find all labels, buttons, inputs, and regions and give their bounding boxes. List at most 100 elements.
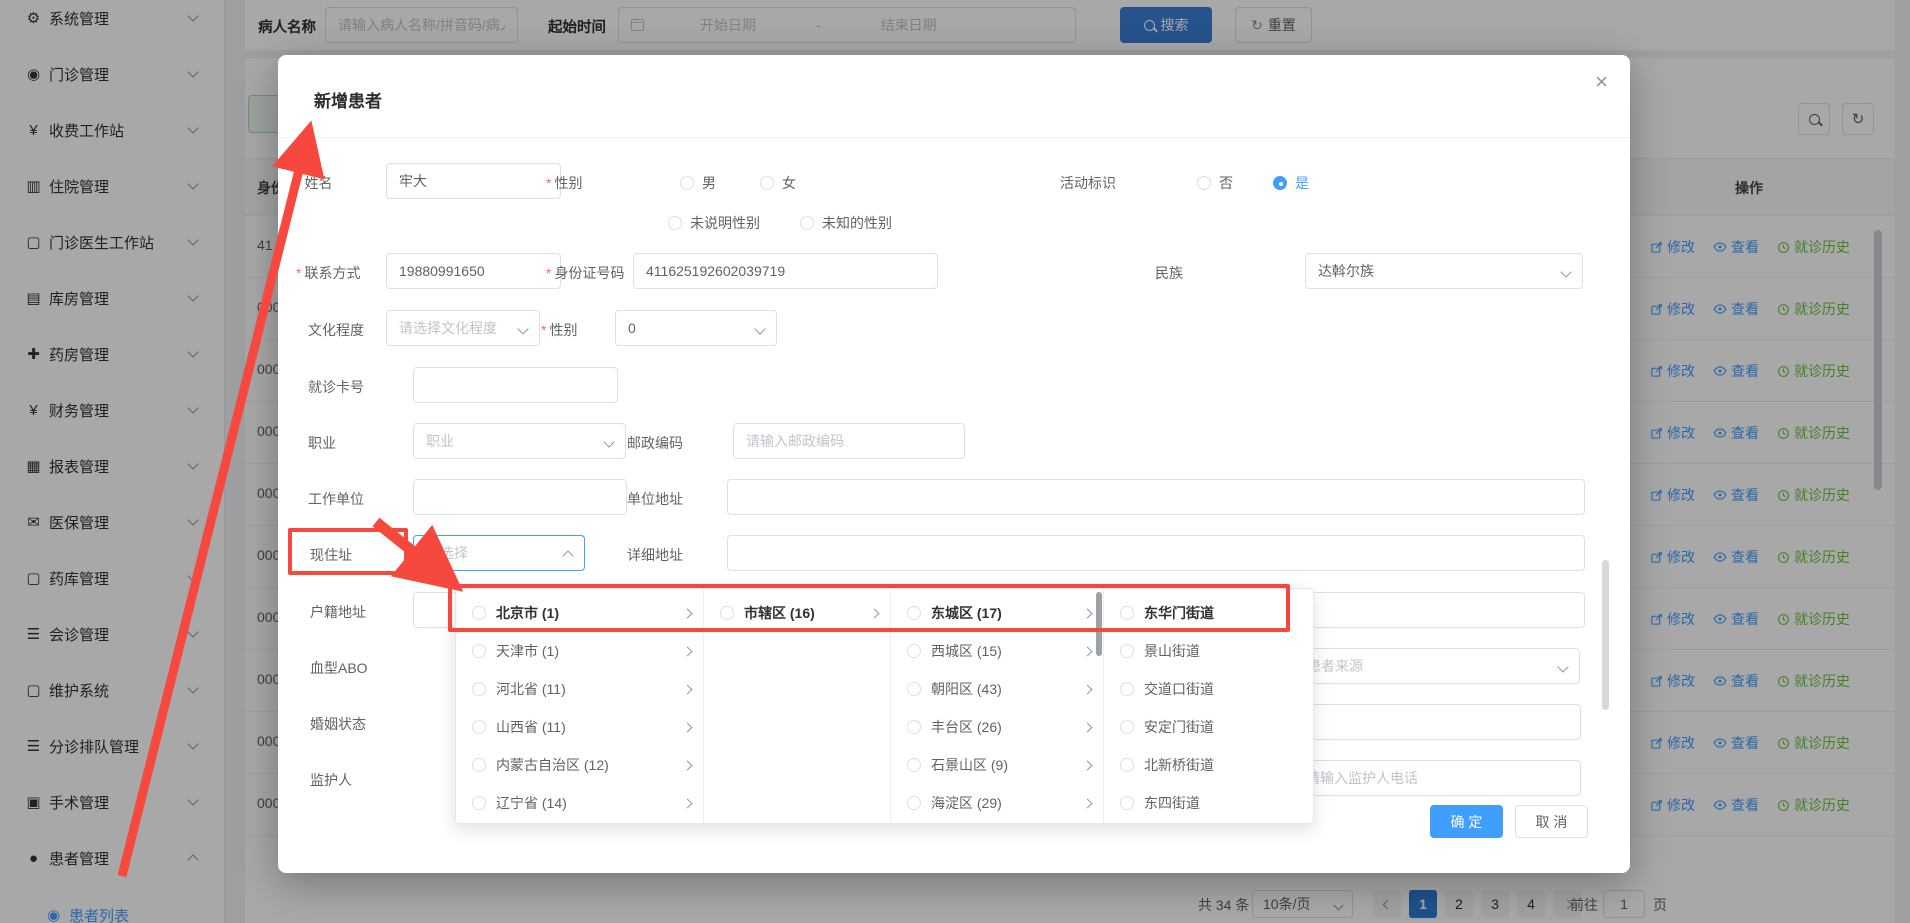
cascader-option-景山街道[interactable]: 景山街道 — [1104, 632, 1314, 670]
address-cascader-panel: 北京市 (1) 天津市 (1) 河北省 (11)山西省 (11) 内蒙古自治区 (12… — [455, 588, 1314, 824]
gender-code-select[interactable]: 0 — [615, 310, 777, 346]
id-number-label: *身份证号码 — [546, 263, 624, 283]
chevron-down-icon — [754, 323, 765, 334]
radio-icon — [1120, 796, 1134, 810]
cascader-option-辽宁省 (14)[interactable]: 辽宁省 (14) — [456, 784, 703, 822]
cascader-option-label: 天津市 (1) — [496, 641, 684, 661]
cascader-option-石景山区 (9)[interactable]: 石景山区 (9) — [891, 746, 1103, 784]
radio-icon — [907, 682, 921, 696]
cascader-option-东华门街道[interactable]: 东华门街道 — [1104, 594, 1314, 632]
chevron-right-icon — [683, 684, 693, 694]
chevron-right-icon — [1083, 684, 1093, 694]
cascader-option-天津市 (1)[interactable]: 天津市 (1) — [456, 632, 703, 670]
radio-icon — [680, 176, 694, 190]
cascader-option-label: 朝阳区 (43) — [931, 679, 1084, 699]
detail-address-input[interactable] — [727, 535, 1585, 571]
blood-type-label: 血型ABO — [310, 658, 368, 678]
active-flag-radio-yes[interactable]: 是 — [1273, 173, 1309, 193]
radio-icon — [472, 720, 486, 734]
radio-icon — [1120, 606, 1134, 620]
radio-icon — [907, 796, 921, 810]
marital-status-label: 婚姻状态 — [310, 714, 366, 734]
cascader-option-西城区 (15)[interactable]: 西城区 (15) — [891, 632, 1103, 670]
close-icon[interactable]: × — [1595, 71, 1608, 93]
active-flag-radio-no[interactable]: 否 — [1197, 173, 1233, 193]
work-unit-input[interactable] — [413, 479, 627, 515]
chevron-down-icon — [603, 436, 614, 447]
app-screen: ⚙系统管理◉门诊管理¥收费工作站▥住院管理▢门诊医生工作站▤库房管理✚药房管理¥… — [0, 0, 1910, 923]
education-select[interactable]: 请选择文化程度 — [386, 310, 540, 346]
gender-radio-male[interactable]: 男 — [680, 173, 716, 193]
cascader-option-label: 东华门街道 — [1144, 603, 1304, 623]
ethnicity-select[interactable]: 达斡尔族 — [1305, 253, 1583, 289]
chevron-down-icon — [1557, 661, 1568, 672]
chevron-right-icon — [1083, 760, 1093, 770]
cascader-option-安定门街道[interactable]: 安定门街道 — [1104, 708, 1314, 746]
chevron-right-icon — [683, 722, 693, 732]
chevron-down-icon — [1560, 266, 1571, 277]
gender-radio-unspecified[interactable]: 未说明性别 — [668, 213, 760, 233]
cascader-option-label: 景山街道 — [1144, 641, 1304, 661]
chevron-right-icon — [870, 608, 880, 618]
cascader-option-label: 内蒙古自治区 (12) — [496, 755, 684, 775]
current-address-label: 现住址 — [310, 545, 352, 565]
cascader-option-东城区 (17)[interactable]: 东城区 (17) — [891, 594, 1103, 632]
postal-code-label: 邮政编码 — [627, 433, 683, 453]
phone-label: *联系方式 — [296, 263, 360, 283]
radio-icon — [472, 796, 486, 810]
occupation-select[interactable]: 职业 — [413, 423, 626, 459]
chevron-right-icon — [683, 608, 693, 618]
modal-scrollbar[interactable] — [1602, 560, 1609, 710]
cascader-option-东四街道[interactable]: 东四街道 — [1104, 784, 1314, 822]
phone-input[interactable] — [386, 253, 561, 289]
radio-icon — [1197, 176, 1211, 190]
radio-icon — [472, 758, 486, 772]
detail-address-label: 详细地址 — [627, 545, 683, 565]
radio-icon — [668, 216, 682, 230]
card-no-label: 就诊卡号 — [308, 377, 364, 397]
id-number-input[interactable] — [633, 253, 938, 289]
cascader-column-4: 东华门街道景山街道交道口街道安定门街道北新桥街道东四街道 — [1104, 589, 1314, 824]
name-input[interactable] — [386, 163, 561, 199]
cancel-button[interactable]: 取 消 — [1515, 805, 1588, 838]
radio-icon — [760, 176, 774, 190]
confirm-button[interactable]: 确 定 — [1430, 805, 1503, 838]
cascader-option-北新桥街道[interactable]: 北新桥街道 — [1104, 746, 1314, 784]
cascader-option-交道口街道[interactable]: 交道口街道 — [1104, 670, 1314, 708]
marital-status-input[interactable] — [1280, 704, 1581, 740]
cascader-option-市辖区 (16)[interactable]: 市辖区 (16) — [704, 594, 890, 632]
chevron-right-icon — [1083, 722, 1093, 732]
cascader-option-山西省 (11)[interactable]: 山西省 (11) — [456, 708, 703, 746]
cascader-option-海淀区 (29)[interactable]: 海淀区 (29) — [891, 784, 1103, 822]
active-flag-label: 活动标识 — [1060, 173, 1116, 193]
postal-code-input[interactable] — [733, 423, 965, 459]
radio-icon — [907, 606, 921, 620]
current-address-cascader[interactable]: 请选择 — [413, 535, 585, 571]
chevron-right-icon — [1083, 608, 1093, 618]
radio-icon — [907, 758, 921, 772]
cascader-scrollbar[interactable] — [1096, 592, 1102, 656]
cascader-option-label: 北新桥街道 — [1144, 755, 1304, 775]
cascader-option-label: 辽宁省 (14) — [496, 793, 684, 813]
unit-address-input[interactable] — [727, 479, 1585, 515]
cascader-option-label: 东四街道 — [1144, 793, 1304, 813]
add-patient-modal: 新增患者 × *姓名 *性别 男 女 未说明性别 未知的性别 活动标识 否 是 … — [278, 55, 1630, 873]
guardian-phone-input[interactable] — [1293, 760, 1581, 796]
cascader-option-内蒙古自治区 (12)[interactable]: 内蒙古自治区 (12) — [456, 746, 703, 784]
cascader-option-丰台区 (26)[interactable]: 丰台区 (26) — [891, 708, 1103, 746]
cascader-option-label: 石景山区 (9) — [931, 755, 1084, 775]
card-no-input[interactable] — [413, 367, 618, 403]
modal-header-divider — [278, 137, 1630, 138]
radio-icon — [472, 682, 486, 696]
gender-radio-unknown[interactable]: 未知的性别 — [800, 213, 892, 233]
cascader-option-label: 市辖区 (16) — [744, 603, 871, 623]
gender-code-label: *性别 — [541, 320, 577, 340]
cascader-option-朝阳区 (43)[interactable]: 朝阳区 (43) — [891, 670, 1103, 708]
cascader-option-label: 西城区 (15) — [931, 641, 1084, 661]
radio-icon — [907, 720, 921, 734]
cascader-option-河北省 (11)[interactable]: 河北省 (11) — [456, 670, 703, 708]
cascader-option-北京市 (1)[interactable]: 北京市 (1) — [456, 594, 703, 632]
gender-radio-female[interactable]: 女 — [760, 173, 796, 193]
name-label: *姓名 — [296, 173, 332, 193]
cascader-option-label: 海淀区 (29) — [931, 793, 1084, 813]
